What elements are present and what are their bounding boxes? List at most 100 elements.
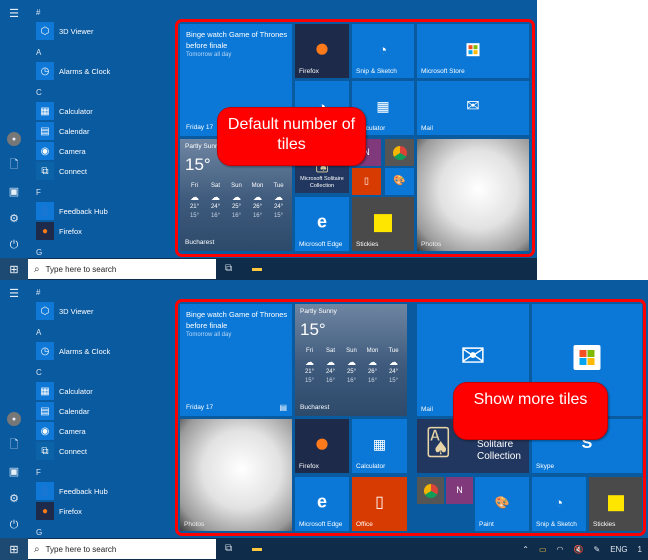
paint-tile[interactable]: 🎨 <box>385 168 414 195</box>
calendar-event-title: Binge watch Game of Thrones before final… <box>186 30 288 50</box>
connect-icon: ⧉ <box>36 442 54 460</box>
snip-sketch-icon: ◔ <box>378 41 388 58</box>
mail-envelope-icon: ✉ <box>466 98 480 115</box>
settings-icon[interactable]: ⚙ <box>7 491 21 505</box>
app-3d-viewer[interactable]: ⬡ 3D Viewer <box>36 22 93 40</box>
start-menu-default: ☰ ● 🗋 ▣ ⚙ ⏻ # ⬡ 3D Viewer A ◷ Alarms & Clo… <box>0 0 537 280</box>
office-icon: ▯ <box>375 494 384 511</box>
photos-tile[interactable]: Photos <box>417 139 529 251</box>
snip-sketch-tile[interactable]: ◔ Snip & Sketch <box>532 477 586 531</box>
pictures-icon[interactable]: ▣ <box>7 184 21 198</box>
group-header[interactable]: A <box>36 48 41 57</box>
snip-sketch-tile[interactable]: ◔ Snip & Sketch <box>352 24 414 78</box>
clock[interactable]: 1 <box>638 545 642 554</box>
forecast-day: Sat ☁ 24° 16° <box>321 347 340 386</box>
group-header[interactable]: F <box>36 188 41 197</box>
app-calculator[interactable]: ▦ Calculator <box>36 102 93 120</box>
group-header[interactable]: F <box>36 468 41 477</box>
group-header[interactable]: # <box>36 8 40 17</box>
pen-icon[interactable]: ✎ <box>594 545 601 554</box>
taskbar: ⊞ ⌕ Type here to search ⧉ ▬ <box>0 258 537 280</box>
user-avatar-icon[interactable]: ● <box>7 412 21 426</box>
start-rail: ☰ ● 🗋 ▣ ⚙ ⏻ <box>0 0 28 258</box>
documents-icon[interactable]: 🗋 <box>7 158 21 172</box>
app-alarms-clock[interactable]: ◷ Alarms & Clock <box>36 342 110 360</box>
file-explorer-icon[interactable]: ▬ <box>252 543 262 554</box>
stickies-tile[interactable]: Stickies <box>589 477 642 531</box>
start-button[interactable]: ⊞ <box>0 538 28 560</box>
partly-sunny-icon: ☁ <box>253 192 262 202</box>
connect-icon: ⧉ <box>36 162 54 180</box>
action-center-warning-icon[interactable]: ▭ <box>539 545 547 554</box>
hamburger-menu-icon[interactable]: ☰ <box>7 6 21 20</box>
app-alarms-clock[interactable]: ◷ Alarms & Clock <box>36 62 110 80</box>
feedback-hub-icon: 👤 <box>36 482 54 500</box>
partly-sunny-icon: ☁ <box>274 192 283 202</box>
callout-default-tiles: Default number of tiles <box>217 107 366 166</box>
mail-tile[interactable]: ✉ Mail <box>417 81 529 135</box>
settings-icon[interactable]: ⚙ <box>7 211 21 225</box>
forecast-day: Sun ☁ 25° 16° <box>342 347 361 386</box>
edge-tile[interactable]: e Microsoft Edge <box>295 477 349 531</box>
group-header[interactable]: A <box>36 328 41 337</box>
office-tile[interactable]: ▯ Office <box>352 477 407 531</box>
start-rail: ☰ ● 🗋 ▣ ⚙ ⏻ <box>0 280 28 538</box>
task-view-icon[interactable]: ⧉ <box>225 543 232 554</box>
group-header[interactable]: # <box>36 288 40 297</box>
weather-condition: Partly Sunny <box>300 308 337 315</box>
paint-palette-icon: 🎨 <box>494 495 510 510</box>
office-tile[interactable]: ▯ <box>352 168 381 195</box>
firefox-tile[interactable]: ● Firefox <box>295 24 349 78</box>
power-icon[interactable]: ⏻ <box>7 238 21 252</box>
taskbar-search-box[interactable]: ⌕ Type here to search <box>28 539 216 559</box>
file-explorer-icon[interactable]: ▬ <box>252 263 262 274</box>
photos-tile[interactable]: Photos <box>180 419 292 531</box>
firefox-icon: ● <box>314 427 330 458</box>
group-header[interactable]: G <box>36 528 42 537</box>
app-feedback-hub[interactable]: 👤 Feedback Hub <box>36 202 108 220</box>
firefox-tile[interactable]: ● Firefox <box>295 419 349 473</box>
calendar-tile[interactable]: Binge watch Game of Thrones before final… <box>180 304 292 416</box>
chrome-tile[interactable] <box>417 477 444 504</box>
user-avatar-icon[interactable]: ● <box>7 132 21 146</box>
paint-tile[interactable]: 🎨 Paint <box>475 477 529 531</box>
documents-icon[interactable]: 🗋 <box>7 438 21 452</box>
app-firefox[interactable]: ● Firefox <box>36 502 82 520</box>
stickies-tile[interactable]: Stickies <box>352 197 414 251</box>
group-header[interactable]: C <box>36 368 42 377</box>
task-view-icon[interactable]: ⧉ <box>225 263 232 274</box>
app-camera[interactable]: ◉ Camera <box>36 422 86 440</box>
app-connect[interactable]: ⧉ Connect <box>36 162 87 180</box>
language-indicator[interactable]: ENG <box>610 545 627 554</box>
edge-tile[interactable]: e Microsoft Edge <box>295 197 349 251</box>
hamburger-menu-icon[interactable]: ☰ <box>7 286 21 300</box>
app-firefox[interactable]: ● Firefox <box>36 222 82 240</box>
start-button[interactable]: ⊞ <box>0 258 28 280</box>
calendar-event-title: Binge watch Game of Thrones before final… <box>186 310 288 330</box>
app-calculator[interactable]: ▦ Calculator <box>36 382 93 400</box>
app-calendar[interactable]: ▤ Calendar <box>36 122 89 140</box>
volume-muted-icon[interactable]: 🔇 <box>574 545 584 554</box>
group-header[interactable]: G <box>36 248 42 257</box>
onenote-tile[interactable]: N <box>446 477 473 504</box>
app-feedback-hub[interactable]: 👤 Feedback Hub <box>36 482 108 500</box>
weather-tile[interactable]: Partly Sunny 15° Fri ☁ 21° 15° Sat ☁ 24° 16° S… <box>295 304 407 416</box>
wifi-icon[interactable]: ◠ <box>557 545 564 554</box>
app-calendar[interactable]: ▤ Calendar <box>36 402 89 420</box>
calendar-date: Friday 17 <box>186 124 214 131</box>
weather-forecast: Fri ☁ 21° 15° Sat ☁ 24° 16° Sun ☁ 25° 16° Mon ☁ 26°… <box>300 347 403 386</box>
office-icon: ▯ <box>364 174 369 185</box>
show-hidden-icons-chevron-icon[interactable]: ⌃ <box>522 545 529 554</box>
app-camera[interactable]: ◉ Camera <box>36 142 86 160</box>
pictures-icon[interactable]: ▣ <box>7 464 21 478</box>
taskbar-search-box[interactable]: ⌕ Type here to search <box>28 259 216 279</box>
microsoft-store-tile[interactable]: Microsoft Store <box>417 24 529 78</box>
app-3d-viewer[interactable]: ⬡ 3D Viewer <box>36 302 93 320</box>
calculator-tile[interactable]: ▦ Calculator <box>352 419 407 473</box>
sticky-note-icon <box>374 214 392 233</box>
group-header[interactable]: C <box>36 88 42 97</box>
chrome-icon <box>392 145 407 160</box>
app-connect[interactable]: ⧉ Connect <box>36 442 87 460</box>
chrome-tile[interactable] <box>385 139 414 166</box>
power-icon[interactable]: ⏻ <box>7 518 21 532</box>
